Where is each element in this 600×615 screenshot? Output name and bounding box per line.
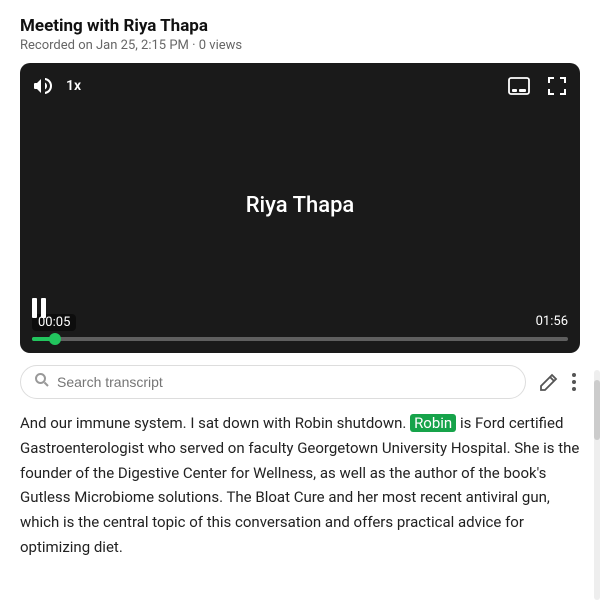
transcript-after-highlight: is Ford certified Gastroenterologist who… bbox=[20, 414, 579, 556]
speed-control[interactable]: 1x bbox=[66, 78, 81, 94]
scrollbar-thumb[interactable] bbox=[594, 380, 600, 440]
video-time-row: 00:05 01:56 bbox=[32, 314, 568, 331]
play-pause-button[interactable] bbox=[32, 298, 50, 323]
transcript-text: And our immune system. I sat down with R… bbox=[20, 411, 580, 560]
video-bottom-controls: 00:05 01:56 bbox=[20, 306, 580, 353]
total-time: 01:56 bbox=[536, 314, 568, 331]
progress-knob bbox=[49, 333, 61, 345]
search-input[interactable] bbox=[57, 374, 511, 390]
page-wrapper: Meeting with Riya Thapa Recorded on Jan … bbox=[0, 0, 600, 615]
edit-button[interactable] bbox=[536, 369, 562, 395]
video-top-controls: 1x bbox=[30, 73, 570, 99]
captions-button[interactable] bbox=[504, 73, 534, 99]
progress-fill bbox=[32, 337, 55, 341]
recording-meta: Recorded on Jan 25, 2:15 PM · 0 views bbox=[20, 38, 580, 53]
video-top-left: 1x bbox=[30, 74, 81, 98]
search-box[interactable] bbox=[20, 365, 526, 399]
video-top-right bbox=[504, 73, 570, 99]
toolbar-actions bbox=[536, 369, 580, 395]
transcript-highlight: Robin bbox=[410, 414, 456, 432]
search-icon bbox=[35, 373, 49, 391]
progress-bar[interactable] bbox=[32, 337, 568, 341]
page-title: Meeting with Riya Thapa bbox=[20, 16, 580, 36]
toolbar bbox=[0, 353, 600, 411]
more-options-button[interactable] bbox=[568, 369, 580, 395]
transcript-area: And our immune system. I sat down with R… bbox=[0, 411, 600, 580]
video-player: 1x bbox=[20, 63, 580, 353]
volume-button[interactable] bbox=[30, 74, 58, 98]
transcript-before-highlight: And our immune system. I sat down with R… bbox=[20, 414, 410, 432]
scrollbar-track[interactable] bbox=[594, 370, 600, 600]
video-caption-text: Riya Thapa bbox=[246, 193, 355, 218]
header: Meeting with Riya Thapa Recorded on Jan … bbox=[0, 0, 600, 63]
fullscreen-button[interactable] bbox=[544, 73, 570, 99]
